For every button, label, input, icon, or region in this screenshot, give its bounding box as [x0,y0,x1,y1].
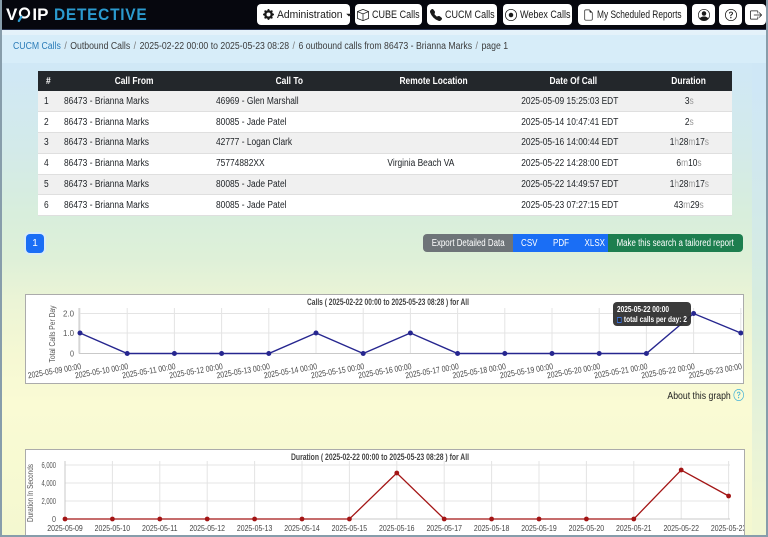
svg-text:Total Calls Per Day: Total Calls Per Day [47,305,57,363]
svg-text:0: 0 [70,349,74,359]
svg-text:2025-05-16: 2025-05-16 [379,523,415,533]
svg-text:2025-05-15: 2025-05-15 [332,523,368,533]
svg-text:2025-05-20: 2025-05-20 [569,523,605,533]
svg-text:2025-05-18: 2025-05-18 [474,523,510,533]
svg-text:2025-05-21: 2025-05-21 [616,523,652,533]
svg-text:2025-05-10: 2025-05-10 [95,523,131,533]
svg-text:Calls ( 2025-02-22 00:00 to 20: Calls ( 2025-02-22 00:00 to 2025-05-23 0… [307,297,469,307]
svg-text:2025-05-17: 2025-05-17 [426,523,462,533]
svg-text:2025-05-09: 2025-05-09 [47,523,83,533]
svg-text:6,000: 6,000 [42,460,57,470]
svg-text:2,000: 2,000 [42,496,57,506]
svg-text:2025-05-12: 2025-05-12 [189,523,225,533]
svg-text:2025-05-19: 2025-05-19 [521,523,557,533]
svg-text:2.0: 2.0 [63,309,74,319]
svg-text:2025-05-11: 2025-05-11 [142,523,178,533]
svg-text:Duration ( 2025-02-22 00:00 to: Duration ( 2025-02-22 00:00 to 2025-05-2… [291,452,469,462]
svg-text:2025-05-14: 2025-05-14 [284,523,320,533]
svg-text:2025-05-22: 2025-05-22 [663,523,699,533]
svg-text:1.0: 1.0 [63,328,74,338]
svg-text:Duration In Seconds: Duration In Seconds [26,464,35,522]
svg-text:4,000: 4,000 [42,478,57,488]
svg-text:2025-05-23 00:00: 2025-05-23 00:00 [688,361,743,380]
svg-text:2025-05-23: 2025-05-23 [711,523,744,533]
svg-text:2025-05-13: 2025-05-13 [237,523,273,533]
